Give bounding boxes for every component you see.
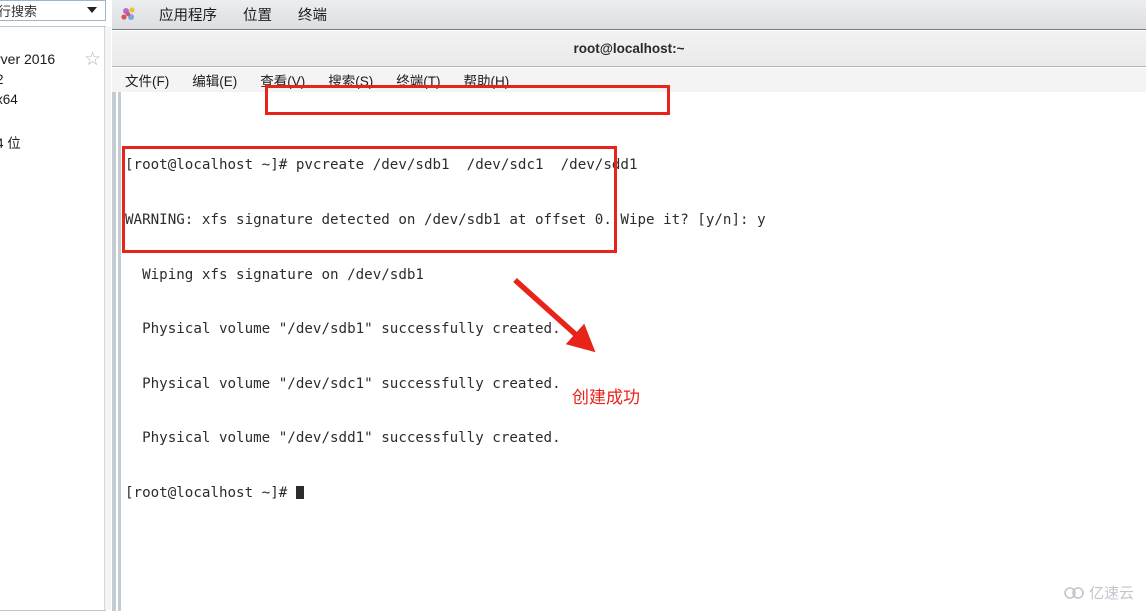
- list-item[interactable]: rver 2016: [0, 51, 55, 67]
- list-item[interactable]: 4 位: [0, 132, 21, 152]
- search-field[interactable]: 行搜索: [0, 0, 106, 21]
- chevron-down-icon[interactable]: [87, 7, 97, 13]
- watermark-text: 亿速云: [1088, 585, 1134, 602]
- menu-edit[interactable]: 编辑(E): [192, 70, 237, 90]
- list-item[interactable]: x64: [0, 92, 18, 107]
- highlight-command-box: [265, 85, 670, 115]
- terminal-prompt-line: [root@localhost ~]#: [125, 484, 1125, 502]
- terminal-prompt: [root@localhost ~]#: [125, 484, 296, 501]
- terminal-scrollbar-track[interactable]: [112, 92, 116, 611]
- watermark: 亿速云: [1063, 582, 1134, 603]
- terminal-line: Wiping xfs signature on /dev/sdb1: [125, 266, 424, 283]
- red-arrow-icon: [513, 277, 596, 353]
- terminal-line: Physical volume "/dev/sdb1" successfully…: [125, 321, 561, 338]
- panel-item-terminal[interactable]: 终端: [285, 4, 340, 25]
- list-item[interactable]: 2: [0, 72, 4, 87]
- highlight-output-box: [122, 146, 617, 253]
- terminal-window: root@localhost:~ 文件(F) 编辑(E) 查看(V) 搜索(S)…: [112, 31, 1146, 611]
- terminal-line: Physical volume "/dev/sdd1" successfully…: [125, 430, 561, 447]
- panel-item-places[interactable]: 位置: [230, 4, 285, 25]
- sidebar-scrollbar[interactable]: [104, 27, 111, 610]
- background-list-panel: [0, 26, 106, 611]
- cloud-logo-icon: [1064, 586, 1084, 599]
- terminal-scrollbar-edge[interactable]: [118, 92, 121, 611]
- annotation-label: 创建成功: [572, 388, 640, 408]
- panel-item-applications[interactable]: 应用程序: [146, 4, 230, 25]
- terminal-cursor: [295, 485, 304, 499]
- screen-root: 行搜索 rver 2016 2 x64 4 位 ☆ 应用程序 位置 终端 roo…: [0, 0, 1146, 611]
- window-title: root@localhost:~: [573, 41, 685, 56]
- terminal-titlebar[interactable]: root@localhost:~: [112, 31, 1146, 67]
- gnome-top-panel: 应用程序 位置 终端: [112, 0, 1146, 30]
- search-field-text: 行搜索: [0, 4, 38, 19]
- menu-file[interactable]: 文件(F): [125, 70, 169, 90]
- background-window-sidebar: 行搜索 rver 2016 2 x64 4 位 ☆: [0, 0, 112, 611]
- gnome-applications-icon[interactable]: [120, 6, 140, 24]
- star-outline-icon[interactable]: ☆: [84, 50, 101, 69]
